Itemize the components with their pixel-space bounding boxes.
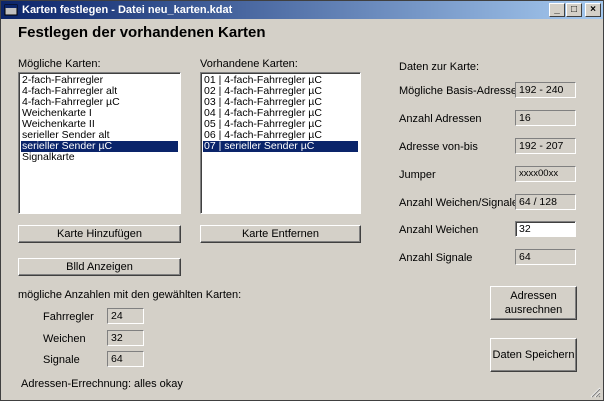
switch-signal-count-label: Anzahl Weichen/Signale: [399, 197, 519, 209]
possible-cards-list[interactable]: 2-fach-Fahrregler 4-fach-Fahrregler alt 4-…: [18, 72, 181, 214]
address-range-value: 192 - 207: [515, 138, 576, 154]
possible-card-item[interactable]: Signalkarte: [21, 152, 178, 163]
base-addresses-label: Mögliche Basis-Adressen: [399, 85, 524, 97]
jumper-label: Jumper: [399, 169, 436, 181]
show-image-button[interactable]: Blld Anzeigen: [18, 258, 181, 276]
page-title: Festlegen der vorhandenen Karten: [18, 24, 266, 41]
base-addresses-value: 192 - 240: [515, 82, 576, 98]
signals-value: 64: [107, 351, 144, 367]
switches-value: 32: [107, 330, 144, 346]
resize-grip-icon[interactable]: [589, 386, 601, 398]
maximize-button[interactable]: □: [566, 3, 582, 17]
signal-count-value: 64: [515, 249, 576, 265]
signals-label: Signale: [43, 354, 80, 366]
address-calc-status: alles okay: [134, 378, 183, 390]
compute-addresses-button[interactable]: Adressen ausrechnen: [490, 286, 577, 320]
drive-controller-label: Fahrregler: [43, 311, 94, 323]
add-card-button[interactable]: Karte Hinzufügen: [18, 225, 181, 243]
close-button[interactable]: ×: [585, 3, 601, 17]
possible-counts-label: mögliche Anzahlen mit den gewählten Kart…: [18, 289, 242, 301]
switch-signal-count-value: 64 / 128: [515, 194, 576, 210]
jumper-value: xxxx00xx: [515, 166, 576, 182]
app-icon: [4, 4, 18, 16]
main-window: Karten festlegen - Datei neu_karten.kdat…: [0, 0, 604, 401]
present-cards-label: Vorhandene Karten:: [200, 58, 298, 70]
address-count-label: Anzahl Adressen: [399, 113, 482, 125]
switch-count-label: Anzahl Weichen: [399, 224, 479, 236]
window-title: Karten festlegen - Datei neu_karten.kdat: [22, 4, 233, 16]
switch-count-input[interactable]: [515, 221, 576, 237]
switches-label: Weichen: [43, 333, 86, 345]
possible-cards-label: Mögliche Karten:: [18, 58, 101, 70]
present-cards-list[interactable]: 01 | 4-fach-Fahrregler µC 02 | 4-fach-Fah…: [200, 72, 361, 214]
card-data-label: Daten zur Karte:: [399, 61, 480, 73]
present-card-item[interactable]: 07 | serieller Sender µC: [203, 141, 358, 152]
address-calc-label: Adressen-Errechnung:: [21, 378, 132, 390]
address-count-value: 16: [515, 110, 576, 126]
signal-count-label: Anzahl Signale: [399, 252, 473, 264]
save-data-button[interactable]: Daten Speichern: [490, 338, 577, 372]
drive-controller-value: 24: [107, 308, 144, 324]
remove-card-button[interactable]: Karte Entfernen: [200, 225, 361, 243]
minimize-button[interactable]: _: [549, 3, 565, 17]
address-range-label: Adresse von-bis: [399, 141, 478, 153]
title-bar[interactable]: Karten festlegen - Datei neu_karten.kdat…: [1, 1, 603, 19]
